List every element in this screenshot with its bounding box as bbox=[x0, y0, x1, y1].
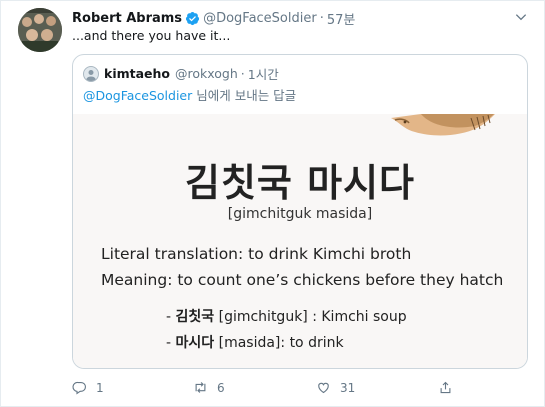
tweet-text: ...and there you have it... bbox=[72, 28, 231, 43]
reply-to-suffix: 님에게 보내는 답글 bbox=[192, 88, 297, 103]
share-button[interactable] bbox=[438, 380, 462, 395]
reply-icon bbox=[72, 381, 86, 395]
quoted-image[interactable]: 김칫국 마시다 [gimchitguk masida] Literal tran… bbox=[73, 114, 527, 368]
korean-phrase-title: 김칫국 마시다 bbox=[185, 161, 415, 205]
verified-badge-icon bbox=[185, 11, 200, 26]
retweet-button[interactable]: 6 bbox=[193, 380, 225, 395]
separator-dot: · bbox=[319, 10, 324, 26]
quoted-timestamp: 1시간 bbox=[247, 67, 279, 82]
author-name[interactable]: Robert Abrams bbox=[72, 11, 182, 26]
vocab-word: 김칫국 bbox=[175, 309, 215, 325]
retweet-count: 6 bbox=[217, 380, 225, 395]
meaning-label: Meaning bbox=[101, 271, 168, 289]
literal-value: : to drink Kimchi broth bbox=[238, 245, 412, 263]
share-icon bbox=[440, 381, 451, 394]
quoted-author-handle: @rokxogh bbox=[175, 66, 238, 81]
like-count: 31 bbox=[340, 380, 356, 395]
vocab-item-kimchi-soup: - 김칫국 [gimchitguk] : Kimchi soup bbox=[166, 306, 407, 326]
romanization: [gimchitguk masida] bbox=[227, 206, 373, 222]
replying-to-line: @DogFaceSoldier 님에게 보내는 답글 bbox=[83, 85, 296, 104]
retweet-icon bbox=[195, 382, 206, 393]
quoted-author-avatar bbox=[83, 65, 99, 82]
bullet-dash: - bbox=[166, 309, 176, 325]
reply-mention[interactable]: @DogFaceSoldier bbox=[83, 88, 192, 103]
tweet-timestamp[interactable]: 57분 bbox=[327, 9, 356, 28]
vocab-definition: [gimchitguk] : Kimchi soup bbox=[214, 309, 407, 325]
like-button[interactable]: 31 bbox=[316, 380, 355, 395]
bullet-dash: - bbox=[166, 335, 176, 351]
author-avatar[interactable] bbox=[18, 8, 62, 52]
meaning-line: Meaning: to count one’s chickens before … bbox=[101, 271, 503, 289]
quoted-separator-dot: · bbox=[240, 66, 245, 81]
meaning-value: : to count one’s chickens before they ha… bbox=[167, 271, 504, 289]
reply-button[interactable]: 1 bbox=[72, 380, 104, 395]
vocab-item-to-drink: - 마시다 [masida]: to drink bbox=[166, 332, 344, 352]
tweet-actions: 1 6 31 bbox=[72, 380, 472, 400]
food-illustration bbox=[391, 114, 495, 136]
vocab-word: 마시다 bbox=[175, 335, 215, 351]
like-icon bbox=[318, 382, 329, 394]
vocab-definition: [masida]: to drink bbox=[214, 335, 344, 351]
literal-label: Literal translation bbox=[101, 245, 239, 263]
literal-translation-line: Literal translation: to drink Kimchi bro… bbox=[101, 245, 411, 263]
tweet-card[interactable]: Robert Abrams @DogFaceSoldier · 57분 ...a… bbox=[0, 0, 545, 407]
reply-count: 1 bbox=[96, 380, 104, 395]
quoted-author-name: kimtaeho bbox=[104, 66, 170, 81]
tweet-header: Robert Abrams @DogFaceSoldier · 57분 bbox=[72, 8, 355, 28]
avatar-image bbox=[18, 8, 62, 52]
quoted-tweet[interactable]: kimtaeho @rokxogh · 1시간 @DogFaceSoldier … bbox=[72, 54, 528, 369]
quoted-tweet-header: kimtaeho @rokxogh · 1시간 bbox=[83, 64, 279, 83]
author-handle[interactable]: @DogFaceSoldier bbox=[203, 11, 317, 26]
chevron-down-icon[interactable] bbox=[514, 9, 528, 23]
